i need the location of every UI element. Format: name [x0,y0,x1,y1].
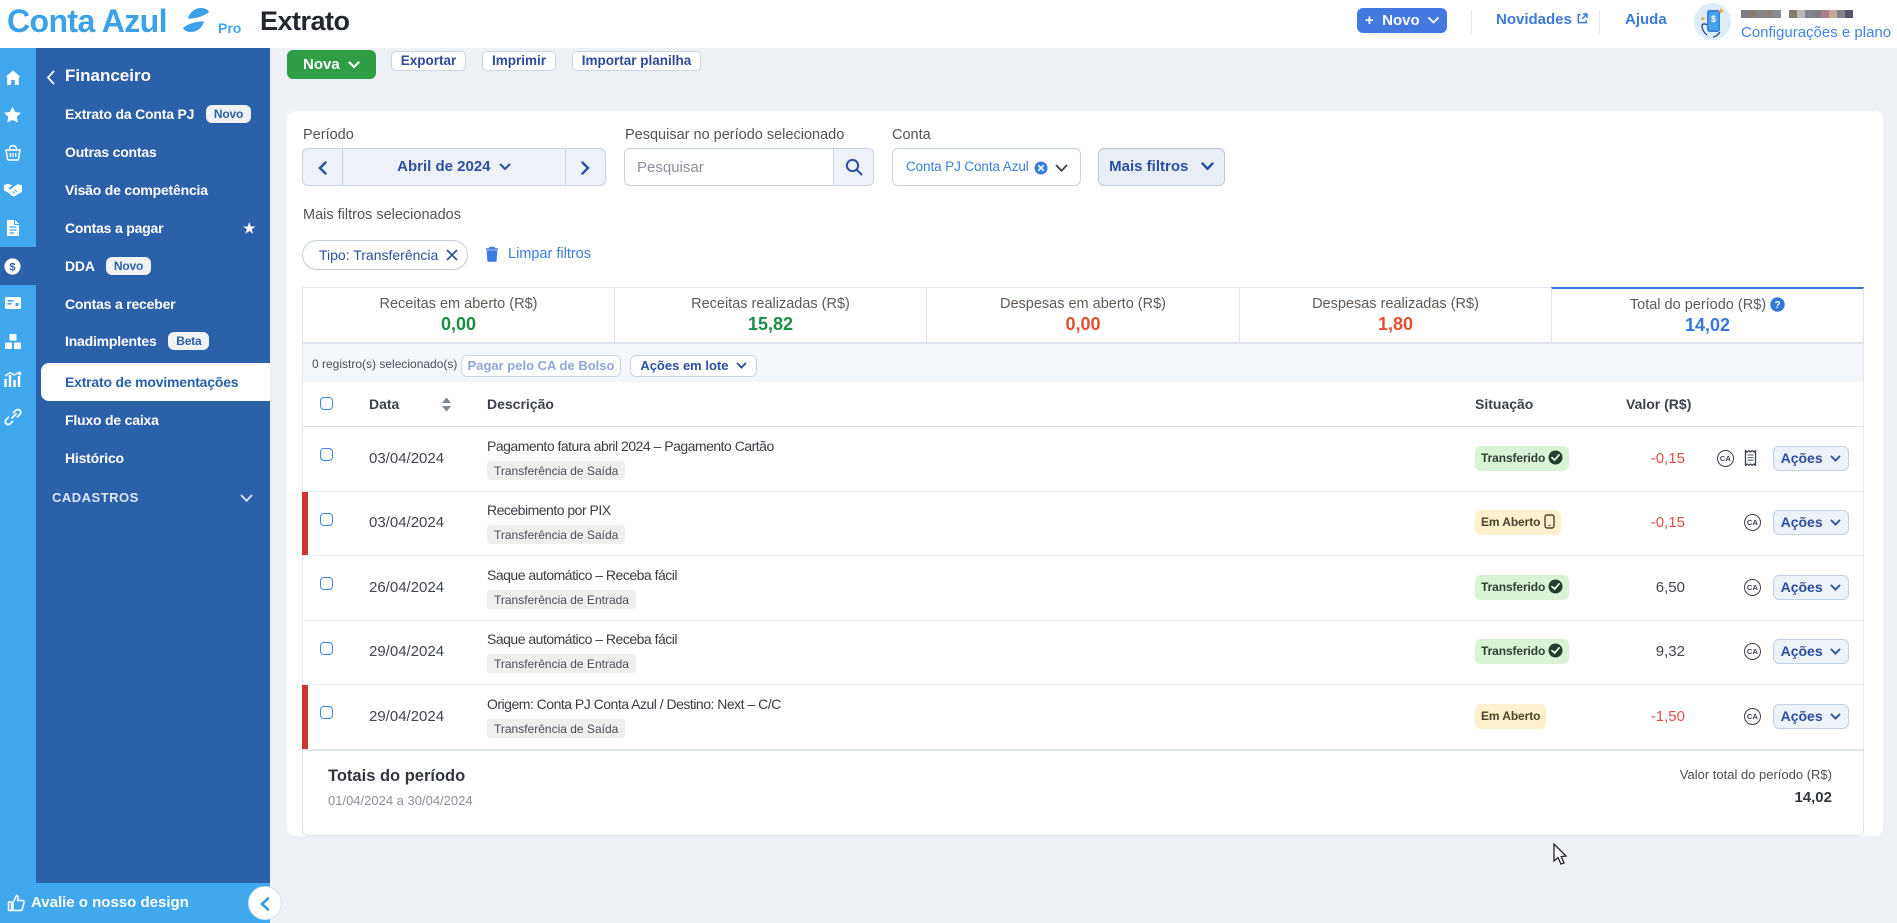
svg-text:$: $ [1711,14,1716,24]
svg-text:?: ? [1775,300,1781,311]
svg-text:$: $ [9,261,15,273]
